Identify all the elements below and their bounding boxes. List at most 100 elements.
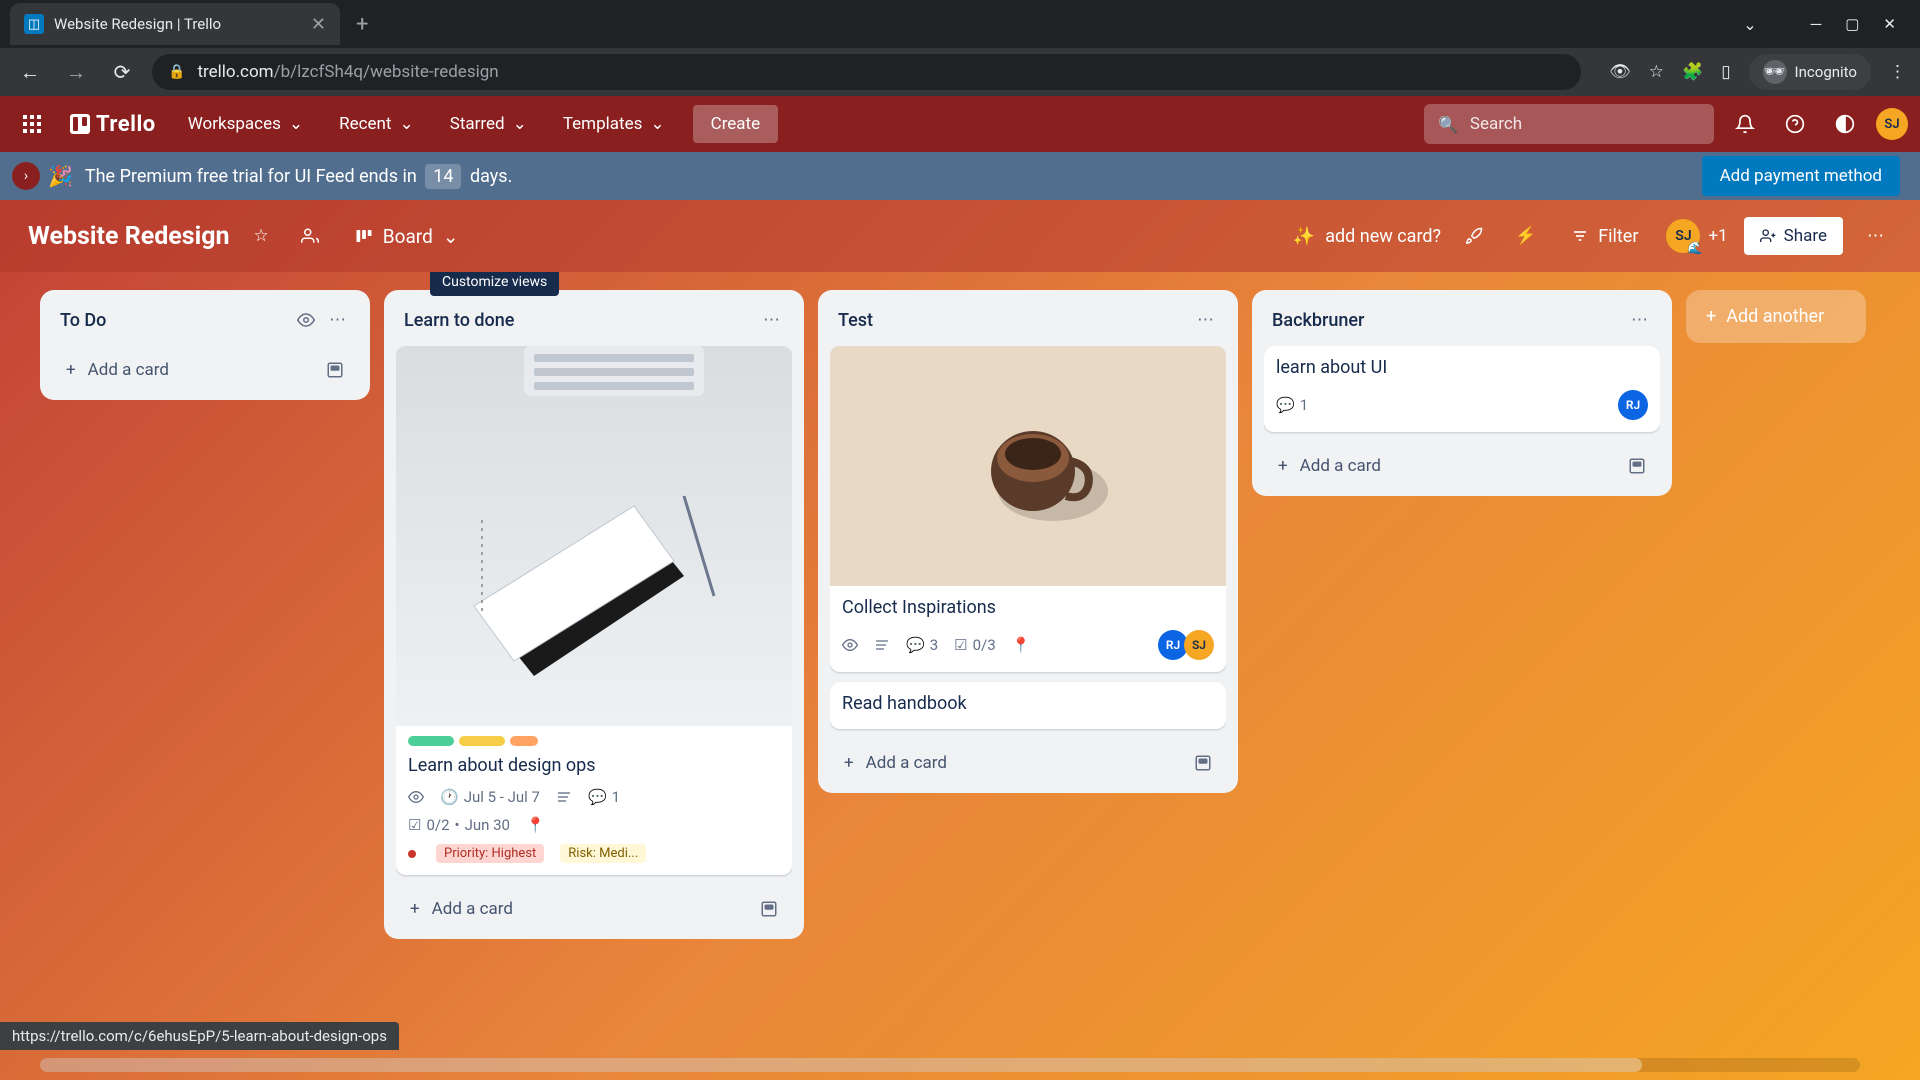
add-card-button[interactable]: +Add a card	[838, 747, 1178, 779]
add-list-button[interactable]: + Add another	[1686, 290, 1866, 343]
watching-badge-icon	[408, 789, 424, 805]
list-header[interactable]: Test ⋯	[830, 302, 1226, 346]
card-learn-about-ui[interactable]: learn about UI 💬1 RJ	[1264, 346, 1660, 432]
board-members[interactable]: SJ🌊 +1	[1666, 219, 1727, 253]
card-template-icon[interactable]	[1188, 748, 1218, 778]
list-menu-icon[interactable]: ⋯	[1627, 306, 1652, 334]
close-window-icon[interactable]: ✕	[1883, 15, 1896, 33]
filter-button[interactable]: Filter	[1560, 218, 1650, 255]
horizontal-scrollbar[interactable]	[40, 1058, 1860, 1072]
status-bar-url: https://trello.com/c/6ehusEpP/5-learn-ab…	[0, 1022, 399, 1050]
automation-icon[interactable]: ⚡	[1507, 218, 1544, 254]
tab-search-icon[interactable]: ⌄	[1743, 15, 1756, 34]
label-yellow[interactable]	[459, 736, 505, 746]
forward-button[interactable]: →	[60, 56, 92, 88]
nav-recent[interactable]: Recent ⌄	[325, 106, 428, 142]
plus-icon: +	[410, 899, 420, 919]
more-members-count: +1	[1708, 226, 1727, 246]
card-cover-image	[830, 346, 1226, 586]
list-menu-icon[interactable]: ⋯	[325, 306, 350, 334]
chevron-down-icon: ⌄	[443, 225, 459, 248]
account-avatar[interactable]: SJ	[1876, 108, 1908, 140]
sidepanel-icon[interactable]: ▯	[1721, 62, 1730, 82]
workspace-visibility-icon[interactable]	[293, 219, 327, 253]
plus-icon: +	[1278, 456, 1288, 476]
add-card-button[interactable]: +Add a card	[60, 354, 310, 386]
card-template-icon[interactable]	[754, 894, 784, 924]
search-input[interactable]	[1470, 114, 1700, 134]
member-avatar[interactable]: SJ	[1184, 630, 1214, 660]
watching-icon[interactable]	[293, 307, 319, 333]
list-header[interactable]: Learn to done ⋯	[396, 302, 792, 346]
label-green[interactable]	[408, 736, 454, 746]
add-payment-button[interactable]: Add payment method	[1702, 156, 1900, 196]
card-members[interactable]: RJ SJ	[1162, 630, 1214, 660]
scrollbar-thumb[interactable]	[40, 1058, 1642, 1072]
tab-close-icon[interactable]: ✕	[311, 14, 326, 35]
star-board-icon[interactable]: ☆	[246, 218, 277, 254]
list-todo: To Do ⋯ +Add a card	[40, 290, 370, 400]
eye-off-icon[interactable]: 👁	[1609, 62, 1631, 82]
card-collect-inspirations[interactable]: Collect Inspirations 💬3 ☑0/3 📍 RJ SJ	[830, 346, 1226, 672]
nav-workspaces[interactable]: Workspaces ⌄	[174, 106, 317, 142]
card-template-icon[interactable]	[320, 355, 350, 385]
star-icon[interactable]: ☆	[1649, 62, 1664, 82]
list-header[interactable]: To Do ⋯	[52, 302, 358, 346]
board-menu-icon[interactable]: ⋯	[1859, 218, 1892, 254]
location-badge-icon: 📍	[526, 816, 545, 834]
new-tab-button[interactable]: +	[356, 12, 368, 37]
create-button[interactable]: Create	[693, 105, 779, 143]
maximize-icon[interactable]: ▢	[1845, 15, 1859, 33]
member-avatar[interactable]: RJ	[1618, 390, 1648, 420]
theme-icon[interactable]	[1826, 105, 1864, 143]
plus-icon: +	[844, 753, 854, 773]
back-button[interactable]: ←	[14, 56, 46, 88]
card-template-icon[interactable]	[1622, 451, 1652, 481]
card-members[interactable]: RJ	[1622, 390, 1648, 420]
member-avatar[interactable]: SJ🌊	[1666, 219, 1700, 253]
browser-tab[interactable]: ◫ Website Redesign | Trello ✕	[10, 3, 340, 45]
plus-icon: +	[1706, 306, 1716, 327]
board-view-switcher[interactable]: Board ⌄	[343, 217, 471, 256]
list-header[interactable]: Backbruner ⋯	[1264, 302, 1660, 346]
description-badge-icon	[556, 789, 572, 805]
extensions-icon[interactable]: 🧩	[1682, 62, 1703, 82]
address-bar[interactable]: 🔒 trello.com/b/lzcfSh4q/website-redesign	[152, 54, 1581, 90]
apps-switcher-icon[interactable]	[12, 104, 52, 144]
card-title: Collect Inspirations	[842, 596, 1214, 620]
window-controls: ⌄ ─ ▢ ✕	[1743, 15, 1920, 34]
help-icon[interactable]	[1776, 105, 1814, 143]
comments-badge: 💬3	[906, 636, 938, 654]
search-box[interactable]: 🔍	[1424, 104, 1714, 144]
rocket-icon[interactable]	[1457, 219, 1491, 253]
banner-collapse-icon[interactable]: ›	[12, 162, 40, 190]
sparkle-hint[interactable]: ✨ add new card?	[1293, 226, 1441, 247]
nav-starred[interactable]: Starred ⌄	[436, 106, 541, 142]
chip-risk: Risk: Medi...	[560, 844, 646, 863]
list-title[interactable]: Test	[838, 310, 1187, 331]
label-orange[interactable]	[510, 736, 538, 746]
add-card-button[interactable]: +Add a card	[404, 893, 744, 925]
browser-menu-icon[interactable]: ⋮	[1889, 62, 1906, 82]
share-button[interactable]: Share	[1744, 217, 1843, 255]
minimize-icon[interactable]: ─	[1811, 15, 1822, 33]
board-canvas[interactable]: Customize views To Do ⋯ +Add a card Lear…	[0, 272, 1920, 1080]
list-title[interactable]: Backbruner	[1272, 310, 1621, 331]
tab-title: Website Redesign | Trello	[54, 15, 303, 33]
reload-button[interactable]: ⟳	[106, 56, 138, 88]
notifications-icon[interactable]	[1726, 105, 1764, 143]
card-learn-design-ops[interactable]: Learn about design ops 🕐Jul 5 - Jul 7 💬1…	[396, 346, 792, 875]
incognito-badge[interactable]: 🕶 Incognito	[1749, 54, 1871, 90]
card-labels[interactable]	[408, 736, 780, 746]
board-name[interactable]: Website Redesign	[28, 222, 230, 251]
add-card-button[interactable]: +Add a card	[1272, 450, 1612, 482]
filter-icon	[1572, 228, 1588, 244]
party-icon: 🎉	[48, 164, 73, 188]
list-title[interactable]: Learn to done	[404, 310, 753, 331]
list-menu-icon[interactable]: ⋯	[1193, 306, 1218, 334]
card-read-handbook[interactable]: Read handbook	[830, 682, 1226, 728]
list-title[interactable]: To Do	[60, 310, 287, 331]
nav-templates[interactable]: Templates ⌄	[549, 106, 679, 142]
list-menu-icon[interactable]: ⋯	[759, 306, 784, 334]
trello-logo[interactable]: Trello	[60, 112, 166, 137]
